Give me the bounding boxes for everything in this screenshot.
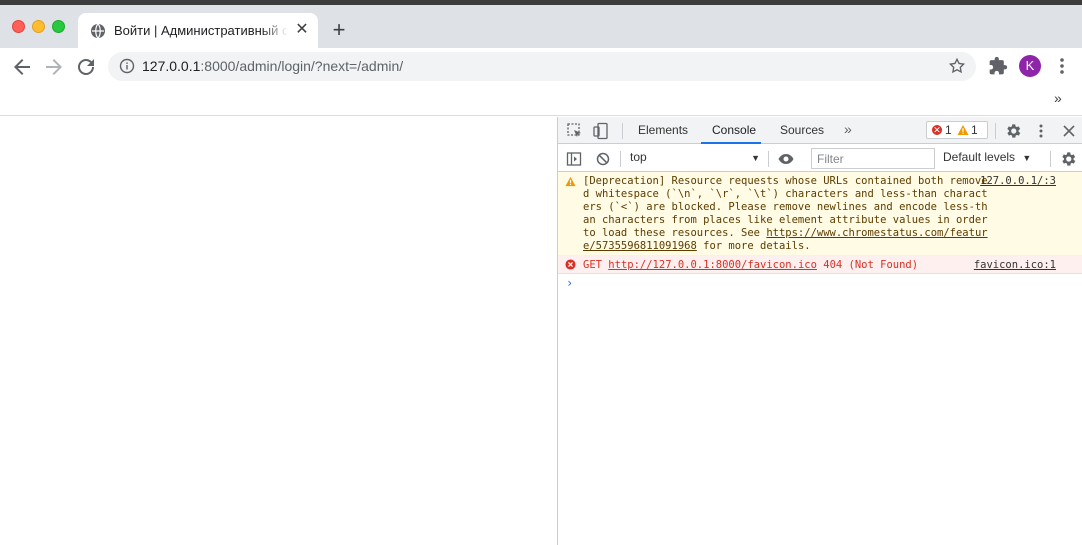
live-expression-eye-icon[interactable] [777, 150, 795, 168]
warning-icon [565, 176, 576, 187]
window-maximize-button[interactable] [52, 20, 65, 33]
console-output: [Deprecation] Resource requests whose UR… [558, 172, 1082, 545]
page-viewport [0, 117, 557, 545]
tab-close-icon[interactable]: ✕ [294, 22, 310, 38]
error-source-link[interactable]: favicon.ico:1 [974, 259, 1056, 272]
context-selector[interactable]: top ▼ [630, 150, 760, 168]
info-icon[interactable] [119, 58, 135, 74]
favicon-url-link[interactable]: http://127.0.0.1:8000/favicon.ico [608, 259, 817, 271]
inspect-element-icon[interactable] [566, 122, 584, 140]
tab-console[interactable]: Console [712, 123, 756, 137]
more-tabs-chevron-icon[interactable]: » [844, 121, 852, 137]
context-value: top [630, 150, 647, 164]
reload-icon [78, 59, 94, 75]
browser-tab[interactable]: Войти | Административный сайт Django ✕ [78, 13, 318, 48]
console-settings-gear-icon[interactable] [1059, 150, 1077, 168]
window-top-edge [0, 0, 1082, 5]
back-arrow-icon [14, 59, 30, 75]
bookmarks-bar: » [0, 85, 1082, 116]
console-toolbar: top ▼ Default levels ▼ [558, 145, 1082, 172]
bookmark-star-icon[interactable] [948, 57, 966, 75]
warning-text: [Deprecation] Resource requests whose UR… [583, 175, 994, 252]
back-button[interactable] [10, 55, 34, 79]
devtools-panel: Elements Console Sources » ✕ 1 1 top ▼ F… [557, 117, 1082, 545]
url-text: 127.0.0.1:8000/admin/login/?next=/admin/ [142, 58, 404, 74]
toolbar-divider [768, 151, 769, 167]
console-prompt-chevron-icon[interactable]: › [566, 276, 573, 290]
toolbar-divider [620, 151, 621, 167]
error-text: GET http://127.0.0.1:8000/favicon.ico 40… [583, 259, 919, 271]
error-icon: ✕ [932, 125, 942, 135]
issues-counter[interactable]: ✕ 1 1 [926, 121, 988, 139]
profile-avatar[interactable]: K [1019, 55, 1041, 77]
sidebar-toggle-icon[interactable] [565, 150, 583, 168]
warning-count: 1 [971, 123, 978, 137]
clear-console-icon[interactable] [594, 150, 612, 168]
tab-title: Войти | Административный сайт Django [114, 23, 288, 38]
extensions-puzzle-icon[interactable] [988, 56, 1008, 76]
forward-button[interactable] [42, 55, 66, 79]
dropdown-arrow-icon: ▼ [751, 153, 760, 163]
active-tab-indicator [701, 142, 761, 144]
browser-toolbar: 127.0.0.1:8000/admin/login/?next=/admin/ [0, 48, 1082, 85]
devtools-menu-icon[interactable] [1032, 122, 1050, 140]
toolbar-divider [622, 123, 623, 139]
tab-sources[interactable]: Sources [780, 123, 824, 137]
toolbar-divider [995, 123, 996, 139]
window-minimize-button[interactable] [32, 20, 45, 33]
tab-elements[interactable]: Elements [638, 123, 688, 137]
error-count: 1 [945, 123, 952, 137]
window-close-button[interactable] [12, 20, 25, 33]
settings-gear-icon[interactable] [1004, 122, 1022, 140]
chrome-menu-icon[interactable] [1054, 56, 1070, 76]
reload-button[interactable] [74, 55, 98, 79]
toolbar-divider [1050, 151, 1051, 167]
forward-arrow-icon [46, 59, 62, 75]
dropdown-arrow-icon: ▼ [1022, 153, 1032, 163]
console-warning-message: [Deprecation] Resource requests whose UR… [558, 172, 1082, 256]
warning-source-link[interactable]: 127.0.0.1/:3 [980, 175, 1056, 188]
bookmarks-overflow-chevron-icon[interactable]: » [1054, 90, 1062, 106]
log-levels-dropdown[interactable]: Default levels ▼ [943, 150, 1031, 164]
warning-icon [957, 124, 969, 136]
device-toolbar-icon[interactable] [592, 122, 610, 140]
new-tab-button[interactable]: + [328, 19, 350, 41]
globe-icon [90, 23, 106, 39]
tab-strip: Войти | Административный сайт Django ✕ + [0, 0, 1082, 48]
address-bar[interactable]: 127.0.0.1:8000/admin/login/?next=/admin/ [108, 52, 976, 81]
error-icon [565, 259, 576, 270]
console-error-message: GET http://127.0.0.1:8000/favicon.ico 40… [558, 256, 1082, 274]
devtools-tab-bar: Elements Console Sources » ✕ 1 1 [558, 117, 1082, 144]
console-filter-input[interactable] [811, 148, 935, 169]
close-devtools-icon[interactable] [1060, 122, 1078, 140]
